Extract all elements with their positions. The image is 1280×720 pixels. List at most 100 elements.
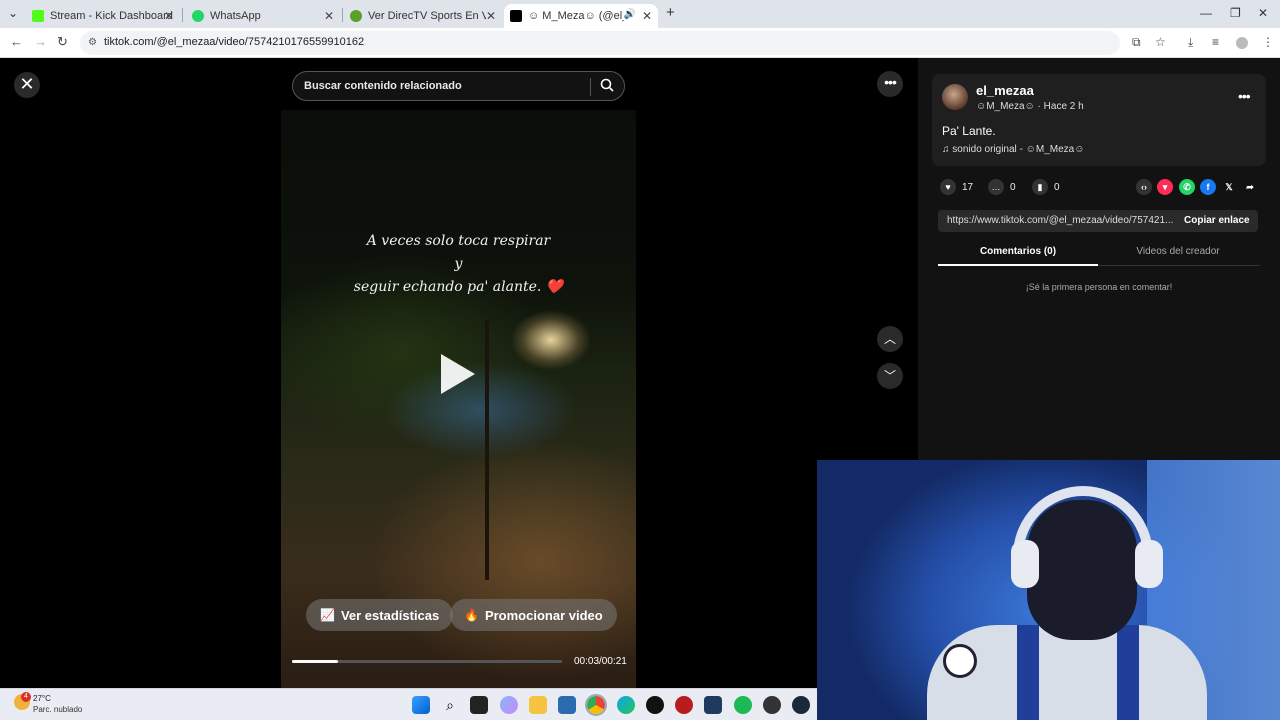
embed-icon[interactable]: ‹› xyxy=(1136,179,1152,195)
media-control-icon[interactable]: ≡ xyxy=(1212,35,1219,49)
obs-icon[interactable] xyxy=(763,696,781,714)
tab-separator xyxy=(182,8,183,22)
bookmark-icon: ▮ xyxy=(1032,179,1048,195)
share-link-text[interactable]: https://www.tiktok.com/@el_mezaa/video/7… xyxy=(947,215,1173,226)
video-progress-bar[interactable] xyxy=(292,660,562,663)
video-description: Pa' Lante. xyxy=(942,124,996,138)
close-tab-icon[interactable]: ✕ xyxy=(164,9,174,23)
tab-separator xyxy=(342,8,343,22)
weather-temperature: 27°C xyxy=(33,694,51,703)
search-divider xyxy=(590,78,591,96)
promote-video-label: Promocionar video xyxy=(484,607,603,623)
forward-icon[interactable]: → xyxy=(34,34,47,49)
promote-video-button[interactable]: 🔥 Promocionar video xyxy=(450,599,617,631)
back-icon[interactable]: ← xyxy=(10,34,23,49)
site-info-icon[interactable]: ⚙ xyxy=(88,37,97,48)
app-red-icon[interactable] xyxy=(675,696,693,714)
comment-button[interactable]: … 0 xyxy=(988,179,1016,195)
address-bar[interactable]: ⚙ tiktok.com/@el_mezaa/video/75742101765… xyxy=(80,31,1120,55)
start-windows-icon[interactable] xyxy=(412,696,430,714)
minimize-icon[interactable]: — xyxy=(1200,6,1212,20)
copy-link-button[interactable]: Copiar enlace xyxy=(1184,215,1250,226)
bookmark-star-icon[interactable]: ☆ xyxy=(1155,35,1166,49)
copilot-icon[interactable] xyxy=(500,696,518,714)
x-share-icon[interactable]: 𝕏 xyxy=(1221,179,1237,195)
vpn-icon[interactable] xyxy=(704,696,722,714)
reload-icon[interactable]: ↻ xyxy=(57,34,68,50)
share-link-box: https://www.tiktok.com/@el_mezaa/video/7… xyxy=(938,210,1258,232)
post-time: · Hace 2 h xyxy=(1037,101,1084,112)
tab-whatsapp[interactable]: WhatsApp ✕ xyxy=(186,4,340,28)
cast-icon[interactable]: ⧉ xyxy=(1132,35,1141,50)
music-title: sonido original - ☺M_Meza☺ xyxy=(952,144,1085,155)
browser-toolbar: ← → ↻ ⚙ tiktok.com/@el_mezaa/video/75742… xyxy=(0,28,1280,58)
store-icon[interactable] xyxy=(558,696,576,714)
tab-search-icon[interactable]: ⌄ xyxy=(8,6,18,20)
author-more-options-icon[interactable]: ••• xyxy=(1238,88,1251,104)
chrome-icon[interactable] xyxy=(585,694,607,716)
speaker-icon[interactable]: 🔊 xyxy=(624,9,636,20)
avatar[interactable] xyxy=(942,84,968,110)
next-video-button[interactable]: ﹀ xyxy=(877,363,903,389)
close-tab-icon[interactable]: ✕ xyxy=(324,9,334,23)
author-nickname[interactable]: ☺M_Meza☺ xyxy=(976,101,1035,112)
tab-tiktok[interactable]: ☺ M_Meza☺ (@el_mezaa 🔊 ✕ xyxy=(504,4,658,28)
kick-icon xyxy=(32,10,44,22)
weather-badge: 4 xyxy=(21,692,31,702)
webcam-overlay xyxy=(817,460,1280,720)
panel-tabs: Comentarios (0) Videos del creador xyxy=(938,242,1260,266)
edge-icon[interactable] xyxy=(617,696,635,714)
comment-icon: … xyxy=(988,179,1004,195)
tiktok-icon xyxy=(510,10,522,22)
play-icon[interactable] xyxy=(441,354,475,394)
media-player-icon[interactable] xyxy=(646,696,664,714)
music-line[interactable]: ♫ sonido original - ☺M_Meza☺ xyxy=(942,144,1084,155)
restore-icon[interactable]: ❐ xyxy=(1230,6,1241,20)
author-card: el_mezaa ☺M_Meza☺ · Hace 2 h ••• Pa' Lan… xyxy=(932,74,1266,166)
author-username[interactable]: el_mezaa xyxy=(976,83,1034,98)
related-search-input[interactable]: Buscar contenido relacionado xyxy=(292,71,625,101)
heart-icon: ♥ xyxy=(940,179,956,195)
new-tab-icon[interactable]: + xyxy=(666,4,675,21)
task-view-icon[interactable] xyxy=(470,696,488,714)
overlay-line-2: y xyxy=(454,256,463,272)
empty-comments-message: ¡Sé la primera persona en comentar! xyxy=(1025,282,1173,292)
share-arrow-icon[interactable]: ➦ xyxy=(1242,179,1258,195)
view-stats-button[interactable]: 📈 Ver estadísticas xyxy=(306,599,454,631)
tab-directv[interactable]: Ver DirecTV Sports En Vivo Gra ✕ xyxy=(344,4,502,28)
facebook-share-icon[interactable]: f xyxy=(1200,179,1216,195)
weather-condition: Parc. nublado xyxy=(33,705,83,714)
close-window-icon[interactable]: ✕ xyxy=(1258,6,1268,20)
previous-video-button[interactable]: ︿ xyxy=(877,326,903,352)
headset-left-ear xyxy=(1011,540,1039,588)
view-stats-label: Ver estadísticas xyxy=(340,607,440,623)
chart-line-icon: 📈 xyxy=(320,608,335,622)
menu-kebab-icon[interactable]: ⋮ xyxy=(1262,35,1274,49)
video-player[interactable]: A veces solo toca respirar y seguir echa… xyxy=(281,110,636,688)
tab-comments[interactable]: Comentarios (0) xyxy=(938,246,1098,257)
close-tab-icon[interactable]: ✕ xyxy=(642,9,652,23)
video-time: 00:03/00:21 xyxy=(574,656,627,667)
save-count: 0 xyxy=(1054,181,1060,193)
steam-icon[interactable] xyxy=(792,696,810,714)
save-button[interactable]: ▮ 0 xyxy=(1032,179,1060,195)
close-video-button[interactable]: ✕ xyxy=(14,72,40,98)
download-icon[interactable]: ⤓ xyxy=(1188,35,1193,50)
repost-icon[interactable]: ▾ xyxy=(1157,179,1173,195)
url-text: tiktok.com/@el_mezaa/video/7574210176559… xyxy=(104,36,365,48)
search-icon[interactable] xyxy=(600,78,614,92)
like-button[interactable]: ♥ 17 xyxy=(940,179,973,195)
screen: ⌄ Stream - Kick Dashboard ✕ WhatsApp ✕ V… xyxy=(0,0,1280,720)
search-placeholder: Buscar contenido relacionado xyxy=(304,80,462,92)
taskbar-search-icon[interactable]: ⌕ xyxy=(441,696,459,714)
whatsapp-share-icon[interactable]: ✆ xyxy=(1179,179,1195,195)
tab-creator-videos[interactable]: Videos del creador xyxy=(1098,246,1258,257)
shirt-stripe xyxy=(1017,625,1039,720)
spotify-icon[interactable] xyxy=(734,696,752,714)
tab-title: Stream - Kick Dashboard xyxy=(50,10,173,22)
file-explorer-icon[interactable] xyxy=(529,696,547,714)
video-more-options-button[interactable]: ••• xyxy=(877,71,903,97)
profile-avatar-icon[interactable] xyxy=(1236,37,1248,49)
close-tab-icon[interactable]: ✕ xyxy=(486,9,496,23)
tab-kick-dashboard[interactable]: Stream - Kick Dashboard ✕ xyxy=(26,4,180,28)
